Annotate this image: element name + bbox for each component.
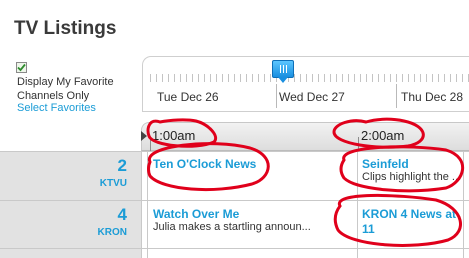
channel-number[interactable]: 4 [0,205,141,225]
program-description: Julia makes a startling announ... [153,221,311,233]
channel-number[interactable]: 2 [0,156,141,176]
day-divider [276,84,277,108]
program-title[interactable]: Ten O'Clock News [153,157,256,172]
channel-callsign[interactable]: KRON [0,227,141,238]
day-thu[interactable]: Thu Dec 28 [401,90,463,104]
day-tue[interactable]: Tue Dec 26 [157,90,219,104]
program-title[interactable]: KRON 4 News at 11 [362,207,460,237]
page-title: TV Listings [14,18,117,39]
select-favorites-link[interactable]: Select Favorites [17,102,96,114]
channel-number-partial[interactable] [0,252,141,258]
day-divider [396,84,397,108]
program-title[interactable]: Seinfeld [362,157,409,172]
favorites-label: Display My Favorite Channels Only [17,76,114,102]
play-left-arrow-icon[interactable] [141,131,147,141]
channel-callsign[interactable]: KTVU [0,178,141,189]
favorites-checkbox[interactable] [16,62,27,73]
day-wed[interactable]: Wed Dec 27 [279,90,345,104]
slider-grip-icon[interactable] [272,60,294,83]
program-description: Clips highlight the ... [362,171,462,183]
program-title[interactable]: Watch Over Me [153,207,239,222]
checkmark-icon [17,63,26,72]
time-slot-1am: 1:00am [152,128,196,143]
time-slot-2am: 2:00am [361,128,405,143]
next-program-edge[interactable] [464,157,469,171]
